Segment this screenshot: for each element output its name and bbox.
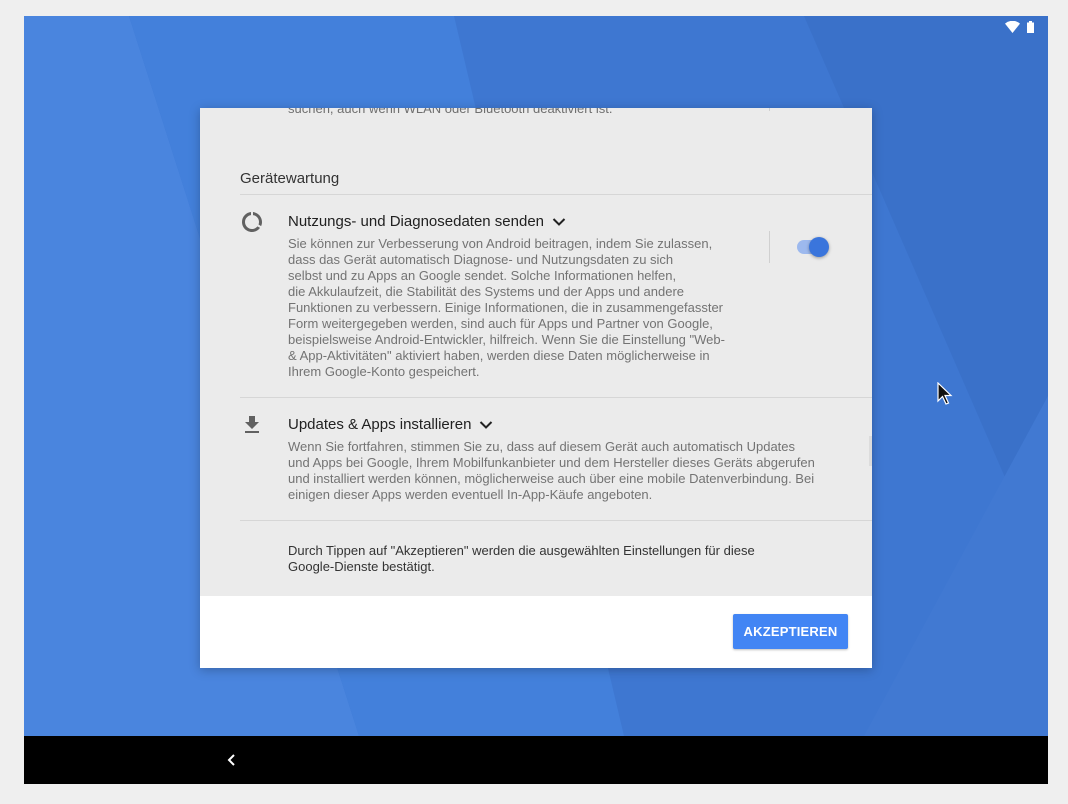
accept-button[interactable]: AKZEPTIEREN [733,614,848,649]
divider [769,108,770,111]
status-bar [1005,21,1034,33]
divider [240,397,872,398]
divider [240,194,872,195]
usage-diagnostics-toggle[interactable] [797,236,831,258]
section-heading: Gerätewartung [240,170,340,187]
usage-diagnostics-title[interactable]: Nutzungs- und Diagnosedaten senden [288,213,566,231]
usage-diagnostics-description: Sie können zur Verbesserung von Android … [288,236,725,379]
scrollbar[interactable] [869,436,872,466]
mouse-pointer-icon [937,382,953,405]
updates-apps-description: Wenn Sie fortfahren, stimmen Sie zu, das… [288,439,815,502]
divider [240,520,872,521]
toggle-thumb [809,237,829,257]
dialog-scroll-area[interactable]: suchen, auch wenn WLAN oder Bluetooth de… [200,108,872,596]
consent-text: Durch Tippen auf "Akzeptieren" werden di… [288,543,755,574]
updates-apps-label: Updates & Apps installieren [288,416,472,433]
cut-off-text: suchen, auch wenn WLAN oder Bluetooth de… [288,108,613,116]
usage-diagnostics-icon [242,212,262,232]
google-services-dialog: suchen, auch wenn WLAN oder Bluetooth de… [200,108,872,668]
toggle-separator [769,231,770,263]
navigation-bar [24,736,1048,784]
chevron-down-icon[interactable] [552,217,566,227]
updates-apps-title[interactable]: Updates & Apps installieren [288,416,493,434]
dialog-footer: AKZEPTIEREN [200,596,872,668]
usage-diagnostics-label: Nutzungs- und Diagnosedaten senden [288,213,545,230]
chevron-down-icon[interactable] [479,420,493,430]
battery-icon [1027,21,1034,33]
device-screen: suchen, auch wenn WLAN oder Bluetooth de… [24,16,1048,784]
download-icon [245,416,259,433]
wifi-icon [1005,21,1020,33]
back-chevron-icon[interactable] [222,750,242,770]
